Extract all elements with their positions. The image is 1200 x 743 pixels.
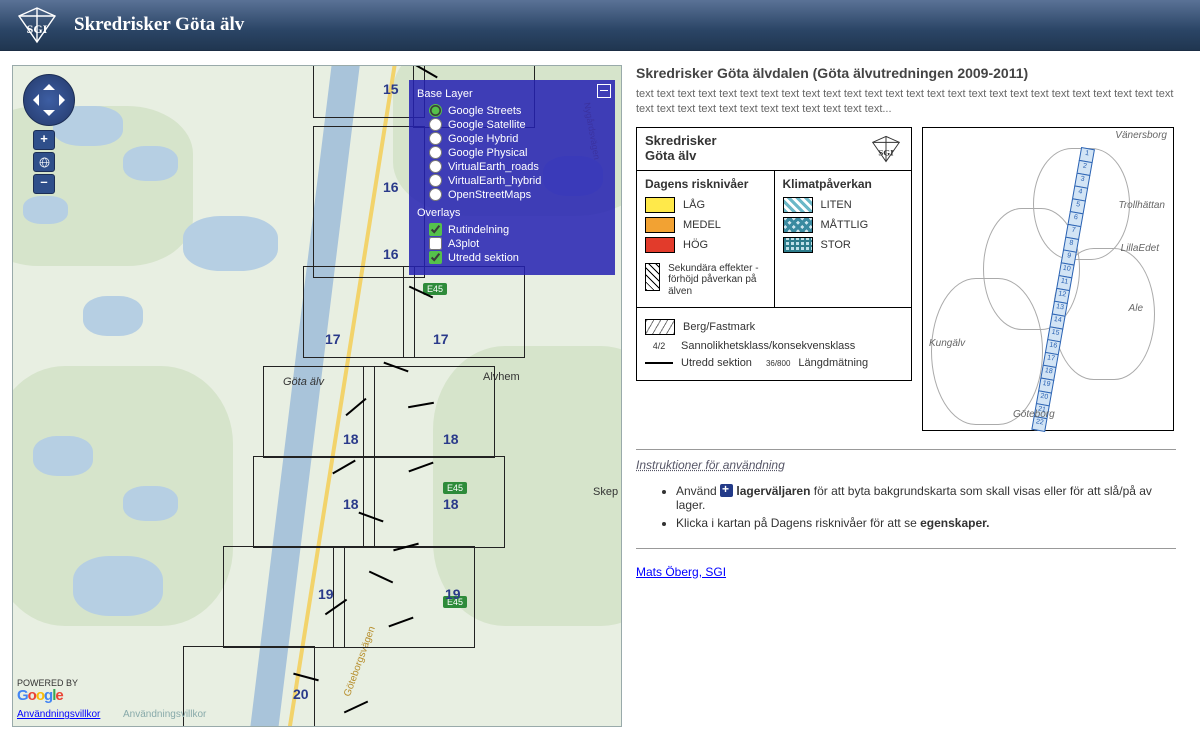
instructions-list: Använd lagerväljaren för att byta bakgru… [636,484,1176,530]
pan-east-button[interactable] [59,94,71,106]
grid-label: 18 [443,431,459,447]
sgi-mini-logo: SGI [869,134,903,164]
grid-label: 15 [383,81,399,97]
grid-label: 16 [383,179,399,195]
legend-climate-heading: Klimatpåverkan [783,177,904,191]
pan-control [23,74,75,126]
zoom-world-button[interactable] [33,152,55,172]
legend-secondary-label: Sekundära effekter - förhöjd påverkan på… [668,263,765,298]
svg-text:SGI: SGI [27,22,48,36]
base-layer-option[interactable]: OpenStreetMaps [429,188,607,201]
legend-swatch-secondary [645,263,660,291]
svg-text:SGI: SGI [878,147,894,157]
pan-north-button[interactable] [43,78,55,90]
base-layer-option[interactable]: Google Hybrid [429,132,607,145]
legend-swatch-stor [783,237,813,253]
side-panel: Skredrisker Göta älvdalen (Göta älvutred… [636,65,1176,579]
terms-link-secondary: Användningsvillkor [123,709,206,720]
author-link[interactable]: Mats Öberg, SGI [636,565,726,579]
map-label: Skep [593,486,618,498]
overview-city: Ale [1129,303,1143,314]
layer-switcher-minimize-button[interactable] [597,84,611,98]
grid-label: 18 [343,431,359,447]
description-text: text text text text text text text text … [636,87,1176,117]
legend-risk-heading: Dagens risknivåer [645,177,766,191]
map-viewport[interactable]: E45 E45 E45 Göta älv Alvhem Skep Götebor… [12,65,622,727]
legend-swatch-liten [783,197,813,213]
layer-switcher-panel: Base Layer Google StreetsGoogle Satellit… [409,80,615,275]
overview-city: Göteborg [1013,409,1055,420]
grid-label: 19 [318,586,334,602]
base-layer-option[interactable]: Google Streets [429,104,607,117]
base-layer-option[interactable]: Google Physical [429,146,607,159]
instructions-heading: Instruktioner för användning [636,458,1176,472]
grid-label: 17 [325,331,341,347]
layer-switcher-icon [720,484,733,497]
overlay-option[interactable]: A3plot [429,237,607,250]
grid-label: 19 [445,586,461,602]
pan-west-button[interactable] [27,94,39,106]
overview-city: Trollhättan [1118,200,1165,211]
overview-city: LillaEdet [1121,243,1159,254]
app-title: Skredrisker Göta älv [74,14,244,36]
base-layer-option[interactable]: VirtualEarth_hybrid [429,174,607,187]
legend-swatch-mattlig [783,217,813,233]
overview-map[interactable]: 12345678910111213141516171819202122 Väne… [922,127,1174,431]
grid-label: 18 [343,496,359,512]
overview-city: Vänersborg [1115,130,1167,141]
page-title: Skredrisker Göta älvdalen (Göta älvutred… [636,65,1176,81]
legend-line-icon [645,362,673,364]
terms-link[interactable]: Användningsvillkor [17,709,100,720]
map-nav-controls: + – [23,74,83,194]
app-header: SGI Skredrisker Göta älv [0,0,1200,51]
grid-label: 20 [293,686,309,702]
map-attribution: POWERED BY Google [17,679,78,704]
pan-south-button[interactable] [43,110,55,122]
legend-swatch [645,237,675,253]
legend-box: SkredriskerGöta älv SGI Dagens risknivåe… [636,127,912,382]
zoom-out-button[interactable]: – [33,174,55,194]
overlays-heading: Overlays [417,207,607,219]
overview-city: Kungälv [929,338,965,349]
base-layer-heading: Base Layer [417,88,607,100]
base-layer-option[interactable]: VirtualEarth_roads [429,160,607,173]
overlay-option[interactable]: Rutindelning [429,223,607,236]
overlay-option[interactable]: Utredd sektion [429,251,607,264]
legend-swatch [645,197,675,213]
base-layer-option[interactable]: Google Satellite [429,118,607,131]
grid-label: 17 [433,331,449,347]
zoom-in-button[interactable]: + [33,130,55,150]
grid-label: 18 [443,496,459,512]
legend-swatch-berg [645,319,675,335]
grid-label: 16 [383,246,399,262]
legend-swatch [645,217,675,233]
sgi-logo: SGI [14,5,60,45]
